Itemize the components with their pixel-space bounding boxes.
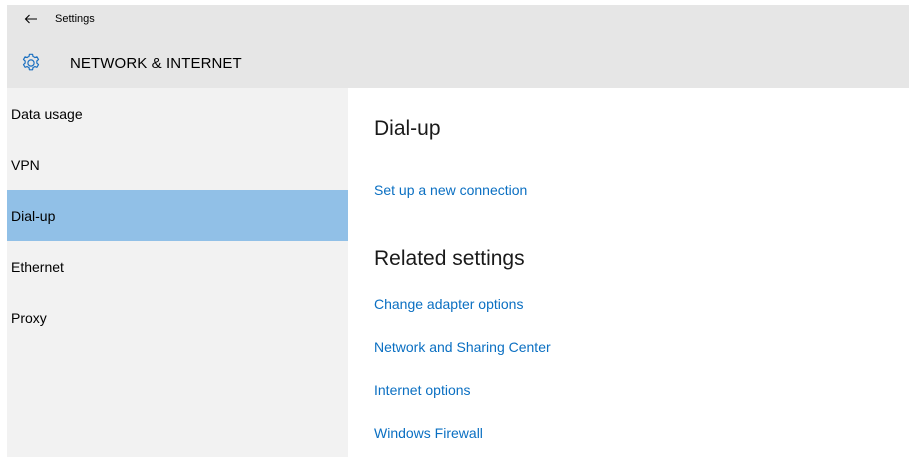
gear-icon — [22, 53, 40, 71]
sidebar-item-label: Ethernet — [11, 259, 64, 275]
sidebar-item-proxy[interactable]: Proxy — [7, 292, 348, 343]
sidebar-item-vpn[interactable]: VPN — [7, 139, 348, 190]
main-content: Dial-up Set up a new connection Related … — [348, 88, 909, 457]
window-title: Settings — [55, 13, 95, 25]
sidebar-item-label: VPN — [11, 157, 40, 173]
windows-firewall-link[interactable]: Windows Firewall — [374, 424, 483, 442]
back-button[interactable] — [19, 9, 43, 29]
sidebar-item-data-usage[interactable]: Data usage — [7, 88, 348, 139]
back-arrow-icon — [24, 14, 37, 24]
sidebar-item-label: Proxy — [11, 310, 47, 326]
section-title-dial-up: Dial-up — [374, 117, 441, 140]
network-sharing-center-link[interactable]: Network and Sharing Center — [374, 338, 551, 356]
sidebar-item-dial-up[interactable]: Dial-up — [7, 190, 348, 241]
sidebar-item-label: Data usage — [11, 106, 83, 122]
internet-options-link[interactable]: Internet options — [374, 381, 471, 399]
sidebar-item-label: Dial-up — [11, 208, 56, 224]
settings-window: Settings NETWORK & INTERNET Data usage V… — [7, 5, 909, 457]
change-adapter-options-link[interactable]: Change adapter options — [374, 295, 523, 313]
page-title: NETWORK & INTERNET — [70, 55, 242, 72]
sidebar-item-ethernet[interactable]: Ethernet — [7, 241, 348, 292]
sidebar: Data usage VPN Dial-up Ethernet Proxy — [7, 88, 348, 457]
related-settings-title: Related settings — [374, 247, 525, 270]
title-bar: Settings NETWORK & INTERNET — [7, 5, 909, 88]
set-up-connection-link[interactable]: Set up a new connection — [374, 181, 527, 199]
